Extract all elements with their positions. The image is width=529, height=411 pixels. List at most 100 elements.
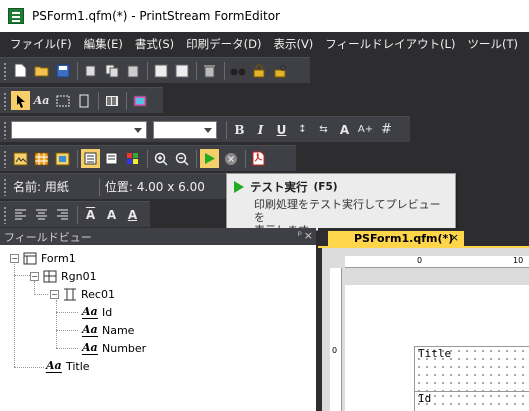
tab-psform1[interactable]: PSForm1.qfm(*) × [328, 231, 464, 246]
tree-node-name[interactable]: Aa Name [82, 322, 134, 338]
menu-edit[interactable]: 編集(E) [78, 36, 129, 52]
align-left-icon[interactable] [11, 205, 30, 224]
collapse-icon[interactable]: − [50, 289, 59, 299]
detail-view-icon[interactable] [102, 149, 121, 168]
align-right-icon[interactable] [53, 205, 72, 224]
collapse-icon[interactable]: − [30, 271, 39, 281]
ruler-mark: 10 [513, 256, 524, 265]
line-spacing-icon[interactable]: ↕ [293, 120, 312, 139]
pin-icon[interactable]: ᵖ [298, 230, 302, 241]
delete-icon[interactable] [200, 61, 219, 80]
valign-bottom-icon[interactable]: A [123, 205, 142, 224]
import-icon[interactable] [151, 61, 170, 80]
bold-icon[interactable]: B [230, 120, 249, 139]
italic-icon[interactable]: I [251, 120, 270, 139]
toolbar-grip[interactable] [3, 149, 8, 168]
tree-node-title[interactable]: Aa Title [46, 358, 90, 374]
export-icon[interactable] [172, 61, 191, 80]
window-title: PSForm1.qfm(*) - PrintStream FormEditor [32, 9, 280, 23]
underline-icon[interactable]: U [272, 120, 291, 139]
toolbar-grip[interactable] [3, 61, 8, 80]
test-run-tooltip: テスト実行 (F5) 印刷処理をテスト実行してプレビューを 表示します [226, 173, 456, 237]
open-folder-icon[interactable] [32, 61, 51, 80]
toolbar-align: A A A [0, 201, 150, 227]
collapse-icon[interactable]: − [10, 253, 19, 263]
band-id[interactable]: Id [414, 391, 529, 411]
list-view-icon[interactable] [81, 149, 100, 168]
stop-icon[interactable] [221, 149, 240, 168]
align-center-icon[interactable] [32, 205, 51, 224]
region-tool-icon[interactable] [74, 91, 93, 110]
toolbar-status: 名前: 用紙 位置: 4.00 x 6.00 [0, 173, 226, 199]
text-field-icon: Aa [82, 340, 98, 355]
lock-icon[interactable] [249, 61, 268, 80]
toolbar-grip[interactable] [3, 177, 8, 196]
cut-icon[interactable] [81, 61, 100, 80]
zoom-in-icon[interactable] [151, 149, 170, 168]
menu-field-layout[interactable]: フィールドレイアウト(L) [319, 36, 461, 52]
tree-node-label: Name [102, 323, 135, 337]
tree-node-form1[interactable]: − Form1 [10, 250, 76, 266]
play-icon [234, 181, 244, 193]
toolbar-grip[interactable] [3, 205, 8, 224]
color-view-icon[interactable] [123, 149, 142, 168]
toolbar-grip[interactable] [3, 91, 8, 110]
tooltip-title: テスト実行 [250, 180, 308, 194]
band-label: Title [418, 347, 452, 360]
title-bar: PSForm1.qfm(*) - PrintStream FormEditor [0, 0, 529, 32]
menu-print-data[interactable]: 印刷データ(D) [180, 36, 267, 52]
toolbar-separator [98, 177, 100, 196]
preview-icon[interactable] [53, 149, 72, 168]
pdf-icon[interactable] [249, 149, 268, 168]
char-spacing-icon[interactable]: ⇆ [314, 120, 333, 139]
paste-icon[interactable] [123, 61, 142, 80]
grid-icon[interactable]: # [377, 120, 396, 139]
copy-icon[interactable] [102, 61, 121, 80]
tree-node-id[interactable]: Aa Id [82, 304, 112, 320]
toolbar-separator [98, 91, 99, 110]
key-icon[interactable] [270, 61, 289, 80]
new-file-icon[interactable] [11, 61, 30, 80]
object-name-label: 名前: 用紙 [13, 180, 69, 194]
table-icon[interactable] [32, 149, 51, 168]
layout-icon[interactable] [11, 149, 30, 168]
tree-node-rgn01[interactable]: − Rgn01 [30, 268, 97, 284]
valign-middle-icon[interactable]: A [102, 205, 121, 224]
test-run-icon[interactable] [200, 149, 219, 168]
band-title[interactable]: Title [414, 346, 529, 391]
text-field-icon: Aa [82, 304, 98, 319]
image-tool-icon[interactable] [130, 91, 149, 110]
font-size-select[interactable] [153, 120, 217, 139]
find-icon[interactable] [228, 61, 247, 80]
toolbar-separator [147, 149, 148, 168]
font-name-select[interactable] [11, 120, 147, 139]
barcode-tool-icon[interactable] [102, 91, 121, 110]
font-grow-icon[interactable]: A+ [356, 120, 375, 139]
field-view-header: フィールドビュー ᵖ × [0, 228, 316, 245]
tree-node-label: Rec01 [81, 287, 115, 301]
field-tree: − Form1 − Rgn01 − Rec01 Aa Id Aa Name Aa… [0, 245, 316, 411]
text-tool-icon[interactable]: Aa [32, 91, 51, 110]
tree-node-label: Number [102, 341, 147, 355]
toolbar-separator [224, 61, 225, 80]
toolbar-view [0, 145, 296, 171]
menu-file[interactable]: ファイル(F) [4, 36, 78, 52]
close-tab-icon[interactable]: × [450, 231, 459, 244]
app-icon [8, 8, 24, 24]
pointer-icon[interactable] [11, 91, 30, 110]
close-icon[interactable]: × [304, 229, 313, 242]
rectangle-tool-icon[interactable] [53, 91, 72, 110]
toolbar-grip[interactable] [3, 120, 8, 139]
save-icon[interactable] [53, 61, 72, 80]
tree-node-rec01[interactable]: − Rec01 [50, 286, 115, 302]
text-height-icon[interactable]: A [335, 120, 354, 139]
menu-view[interactable]: 表示(V) [267, 36, 319, 52]
menu-window[interactable]: ウィ [524, 36, 529, 52]
menu-format[interactable]: 書式(S) [129, 36, 180, 52]
toolbar-separator [196, 149, 197, 168]
tree-node-number[interactable]: Aa Number [82, 340, 146, 356]
zoom-out-icon[interactable] [172, 149, 191, 168]
tooltip-shortcut: (F5) [313, 181, 338, 193]
valign-top-icon[interactable]: A [81, 205, 100, 224]
menu-tools[interactable]: ツール(T) [461, 36, 524, 52]
